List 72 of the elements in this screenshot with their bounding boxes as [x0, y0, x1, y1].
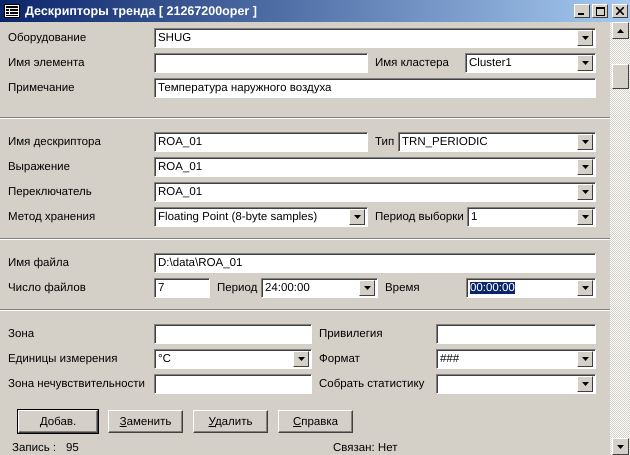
close-button[interactable]	[612, 4, 628, 18]
text-field[interactable]	[154, 374, 312, 394]
action-button[interactable]: Справка	[278, 410, 353, 433]
dropdown-arrow-icon	[364, 286, 370, 290]
text-field[interactable]	[154, 52, 368, 72]
field-label: Зона нечувствительности	[8, 378, 146, 390]
field-label: Переключатель	[8, 186, 93, 198]
field-label: Формат	[318, 352, 361, 364]
dropdown-field[interactable]: Cluster1	[465, 52, 596, 72]
text-field[interactable]: ROA_01	[154, 132, 368, 152]
text-field[interactable]	[154, 324, 312, 344]
link-status: Связан: Нет	[333, 442, 398, 454]
field-label: Период выборки	[374, 210, 465, 222]
dropdown-arrow-icon	[582, 190, 588, 194]
maximize-icon	[596, 6, 604, 16]
dropdown-field[interactable]	[436, 374, 596, 394]
minimize-button[interactable]	[574, 4, 590, 18]
field-label: Период	[216, 282, 258, 294]
dropdown-field[interactable]: ###	[436, 348, 596, 368]
dropdown-arrow-icon	[582, 164, 588, 168]
maximize-button[interactable]	[592, 4, 608, 18]
field-label: Время	[384, 282, 421, 294]
dropdown-arrow-icon	[298, 356, 304, 360]
record-number: 95	[66, 442, 80, 454]
dropdown-arrow-icon	[582, 356, 588, 360]
field-label: Имя файла	[8, 256, 70, 268]
field-label: Имя дескриптора	[8, 136, 102, 148]
dropdown-arrow-icon	[582, 214, 588, 218]
field-label: Единицы измерения	[8, 352, 118, 364]
field-label: Метод хранения	[8, 210, 96, 222]
action-button[interactable]: Добав.	[18, 410, 98, 433]
field-label: Привилегия	[318, 328, 384, 340]
field-label: Выражение	[8, 160, 71, 172]
dropdown-field[interactable]: °C	[154, 348, 312, 368]
dropdown-field[interactable]: Floating Point (8-byte samples)	[154, 206, 368, 226]
dropdown-arrow-icon	[582, 382, 588, 386]
down-arrow-icon	[617, 444, 624, 448]
close-icon	[616, 7, 624, 15]
action-button[interactable]: Удалить	[193, 410, 268, 433]
vertical-scrollbar[interactable]	[610, 22, 630, 455]
text-field[interactable]	[436, 324, 596, 344]
dropdown-field[interactable]: 00:00:00	[466, 278, 596, 298]
field-label: Имя элемента	[8, 56, 86, 68]
text-field[interactable]: 7	[154, 278, 210, 298]
action-button[interactable]: Заменить	[108, 410, 183, 433]
scroll-down-button[interactable]	[612, 438, 629, 455]
text-field[interactable]: D:\data\ROA_01	[154, 252, 596, 272]
field-label: Число файлов	[8, 282, 87, 294]
field-label: Оборудование	[8, 32, 88, 44]
dropdown-field[interactable]: 1	[467, 206, 596, 226]
dropdown-field[interactable]: TRN_PERIODIC	[398, 132, 596, 152]
window-title: Дескрипторы тренда [ 21267200oper ]	[25, 4, 258, 18]
text-field[interactable]: Температура наружного воздуха	[154, 78, 596, 98]
dropdown-arrow-icon	[582, 286, 588, 290]
dropdown-field[interactable]: 24:00:00	[261, 278, 378, 298]
field-label: Тип	[374, 136, 396, 148]
up-arrow-icon	[617, 28, 624, 32]
dropdown-arrow-icon	[582, 140, 588, 144]
field-label: Собрать статистику	[318, 378, 426, 390]
dropdown-arrow-icon	[354, 214, 360, 218]
scroll-thumb[interactable]	[612, 64, 629, 89]
field-label: Зона	[8, 328, 36, 340]
dropdown-field[interactable]: ROA_01	[154, 182, 596, 202]
record-label: Запись :	[12, 442, 58, 454]
dropdown-field[interactable]: SHUG	[154, 28, 596, 48]
field-label: Имя кластера	[374, 56, 450, 68]
dropdown-arrow-icon	[582, 60, 588, 64]
dropdown-arrow-icon	[582, 36, 588, 40]
window-icon	[4, 4, 20, 18]
scroll-up-button[interactable]	[612, 22, 629, 39]
field-label: Примечание	[8, 82, 76, 94]
dropdown-field[interactable]: ROA_01	[154, 156, 596, 176]
